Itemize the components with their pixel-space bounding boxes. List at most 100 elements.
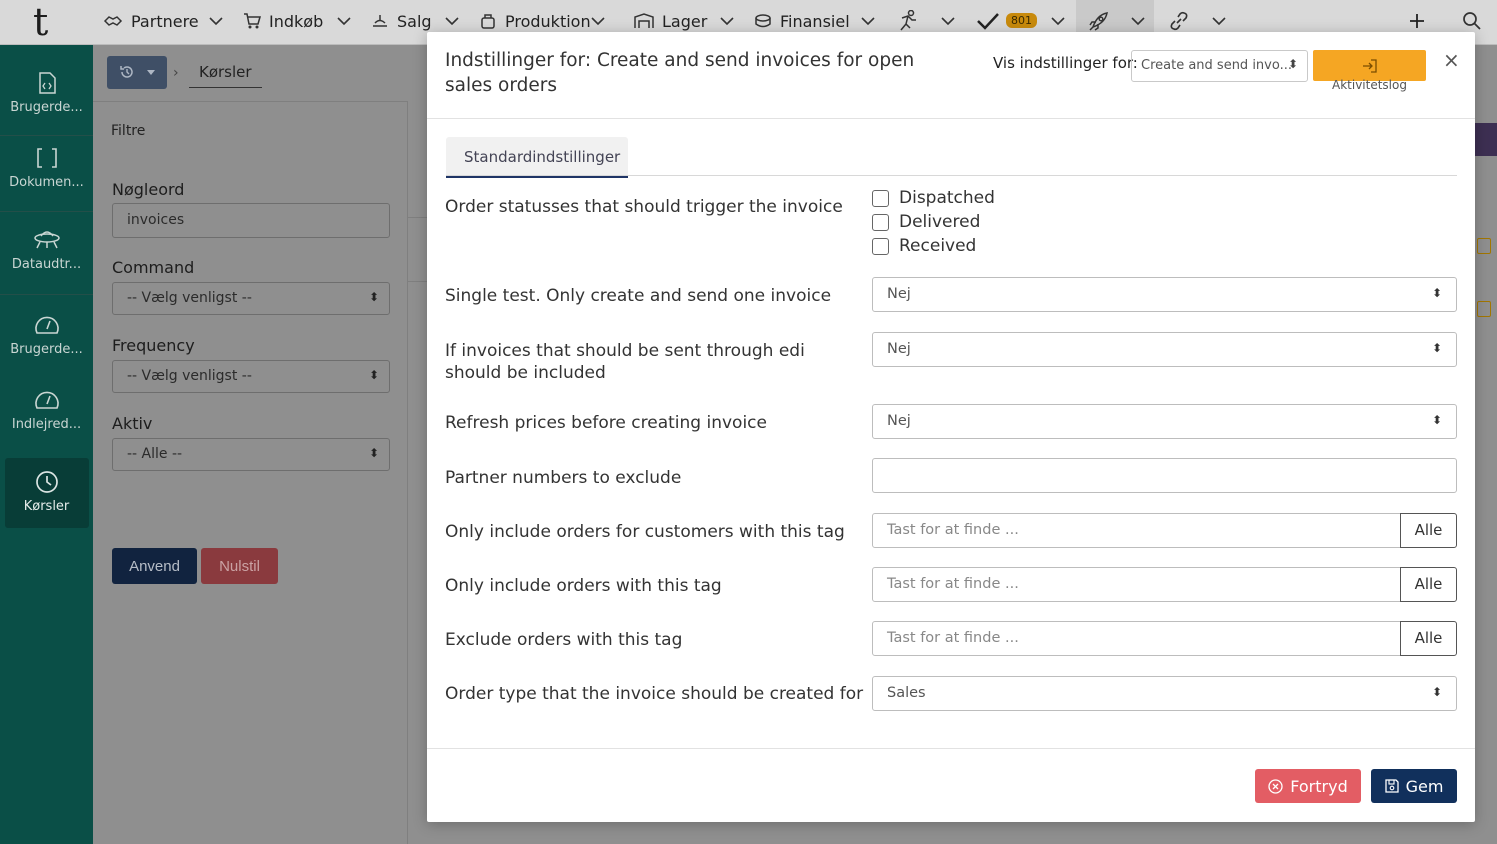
customer-tag-input[interactable]: Tast for at finde ... bbox=[872, 513, 1401, 548]
nav-label: Partnere bbox=[131, 11, 199, 31]
history-button[interactable] bbox=[107, 56, 167, 89]
order-type-select[interactable]: Sales ⬍ bbox=[872, 676, 1457, 711]
nav-label: Indkøb bbox=[269, 11, 324, 31]
sidebar-item-label: Dokumen... bbox=[9, 175, 84, 190]
checkbox[interactable] bbox=[872, 213, 889, 231]
running-person-icon bbox=[896, 10, 920, 32]
plus-icon bbox=[1408, 12, 1426, 30]
cart-icon bbox=[243, 12, 261, 30]
breadcrumb: › Kørsler bbox=[93, 45, 408, 102]
sidebar-item-data-extract[interactable]: Dataudtr... bbox=[0, 225, 93, 272]
checkmark-icon bbox=[976, 11, 1000, 31]
sidebar-item-korsler[interactable]: Kørsler bbox=[0, 467, 93, 514]
apply-button[interactable]: Anvend bbox=[112, 548, 197, 584]
checkbox-label: Received bbox=[899, 236, 977, 256]
list-tab[interactable] bbox=[1474, 123, 1497, 156]
select-arrows-icon: ⬍ bbox=[1287, 57, 1298, 71]
search-icon bbox=[1462, 11, 1482, 31]
exclude-tag-input[interactable]: Tast for at finde ... bbox=[872, 621, 1401, 656]
status-checkbox-dispatched[interactable]: Dispatched bbox=[872, 188, 995, 208]
nav-label: Finansiel bbox=[780, 11, 850, 31]
sidebar-item-user-dashboards[interactable]: Brugerde... bbox=[0, 310, 93, 357]
frequency-select[interactable]: -- Vælg venligst -- bbox=[112, 360, 390, 393]
active-select[interactable]: -- Alle -- bbox=[112, 438, 390, 471]
chevron-down-icon[interactable] bbox=[719, 13, 735, 29]
sidebar: Brugerde... Dokumen... Dataudtr... Bruge… bbox=[0, 45, 93, 844]
select-arrows-icon: ⬍ bbox=[1431, 286, 1442, 300]
active-label: Aktiv bbox=[112, 414, 153, 433]
breadcrumb-current[interactable]: Kørsler bbox=[189, 57, 262, 88]
chevron-down-icon[interactable] bbox=[860, 13, 876, 29]
chevron-down-icon[interactable] bbox=[590, 13, 606, 29]
sidebar-item-embedded[interactable]: Indlejred... bbox=[0, 385, 93, 432]
sidebar-item-documents[interactable]: Dokumen... bbox=[0, 143, 93, 190]
close-icon[interactable]: × bbox=[1443, 48, 1460, 72]
show-settings-for-select[interactable]: Create and send invo... ⬍ bbox=[1131, 50, 1308, 82]
edi-select[interactable]: Nej ⬍ bbox=[872, 332, 1457, 367]
tab-standard-settings[interactable]: Standardindstillinger bbox=[446, 137, 628, 178]
partner-exclude-input[interactable] bbox=[872, 458, 1457, 493]
document-icon[interactable] bbox=[1477, 301, 1491, 317]
checkbox[interactable] bbox=[872, 237, 889, 255]
nav-label: Salg bbox=[397, 11, 432, 31]
select-arrows-icon: ⬍ bbox=[1431, 341, 1442, 355]
select-value: Create and send invo... bbox=[1141, 58, 1292, 73]
document-brackets-icon bbox=[0, 143, 93, 173]
activity-log-button[interactable] bbox=[1313, 50, 1426, 81]
nav-label: Lager bbox=[662, 11, 708, 31]
refresh-prices-select[interactable]: Nej ⬍ bbox=[872, 404, 1457, 439]
save-button[interactable]: Gem bbox=[1371, 769, 1457, 803]
production-icon bbox=[479, 12, 497, 30]
command-select[interactable]: -- Vælg venligst -- bbox=[112, 282, 390, 315]
customer-tag-all-button[interactable]: Alle bbox=[1400, 513, 1457, 548]
checkbox[interactable] bbox=[872, 189, 889, 207]
exclude-tag-all-button[interactable]: Alle bbox=[1400, 621, 1457, 656]
cancel-button[interactable]: Fortryd bbox=[1255, 769, 1361, 803]
rocket-icon bbox=[1087, 9, 1111, 33]
sidebar-item-user-defined[interactable]: Brugerde... bbox=[0, 68, 93, 115]
sidebar-item-label: Brugerde... bbox=[10, 342, 83, 357]
chevron-down-icon[interactable] bbox=[1130, 13, 1146, 29]
sidebar-item-label: Dataudtr... bbox=[11, 257, 82, 272]
status-checkbox-received[interactable]: Received bbox=[872, 236, 976, 256]
sales-icon bbox=[371, 12, 389, 30]
sidebar-item-label: Brugerde... bbox=[10, 100, 83, 115]
chevron-down-icon[interactable] bbox=[444, 13, 460, 29]
single-test-label: Single test. Only create and send one in… bbox=[445, 286, 832, 306]
save-label: Gem bbox=[1405, 776, 1444, 796]
divider bbox=[0, 135, 93, 136]
chevron-down-icon[interactable] bbox=[336, 13, 352, 29]
keyword-label: Nøgleord bbox=[112, 180, 185, 199]
order-tag-all-button[interactable]: Alle bbox=[1400, 567, 1457, 602]
divider bbox=[0, 211, 93, 212]
cancel-circle-icon bbox=[1268, 778, 1283, 794]
document-icon[interactable] bbox=[1477, 238, 1491, 254]
chevron-down-icon[interactable] bbox=[940, 13, 956, 29]
chevron-down-icon[interactable] bbox=[1211, 13, 1227, 29]
breadcrumb-chevron-icon: › bbox=[173, 65, 179, 81]
chevron-down-icon[interactable] bbox=[1050, 13, 1066, 29]
chevron-down-icon[interactable] bbox=[208, 13, 224, 29]
divider bbox=[0, 294, 93, 295]
reset-button[interactable]: Nulstil bbox=[201, 548, 278, 584]
select-value: Nej bbox=[887, 286, 911, 302]
cancel-label: Fortryd bbox=[1290, 776, 1348, 796]
edi-label: If invoices that should be sent through … bbox=[445, 341, 805, 383]
divider bbox=[446, 175, 1457, 176]
keyword-input[interactable]: invoices bbox=[112, 203, 390, 238]
filter-panel: Filtre Nøgleord invoices Command -- Vælg… bbox=[93, 102, 408, 844]
nav-label: Produktion bbox=[505, 11, 591, 31]
app-logo[interactable]: t bbox=[33, 2, 48, 42]
tasks-badge: 801 bbox=[1006, 13, 1037, 28]
customer-tag-label: Only include orders for customers with t… bbox=[445, 522, 845, 542]
single-test-select[interactable]: Nej ⬍ bbox=[872, 277, 1457, 312]
sign-in-icon bbox=[1362, 58, 1377, 73]
data-extract-icon bbox=[0, 225, 93, 255]
nav-partnere[interactable]: Partnere bbox=[103, 0, 199, 42]
nav-salg[interactable]: Salg bbox=[371, 0, 432, 42]
nav-indkob[interactable]: Indkøb bbox=[243, 0, 323, 42]
order-tag-input[interactable]: Tast for at finde ... bbox=[872, 567, 1401, 602]
select-value: Nej bbox=[887, 413, 911, 429]
checkbox-label: Delivered bbox=[899, 212, 981, 232]
status-checkbox-delivered[interactable]: Delivered bbox=[872, 212, 980, 232]
